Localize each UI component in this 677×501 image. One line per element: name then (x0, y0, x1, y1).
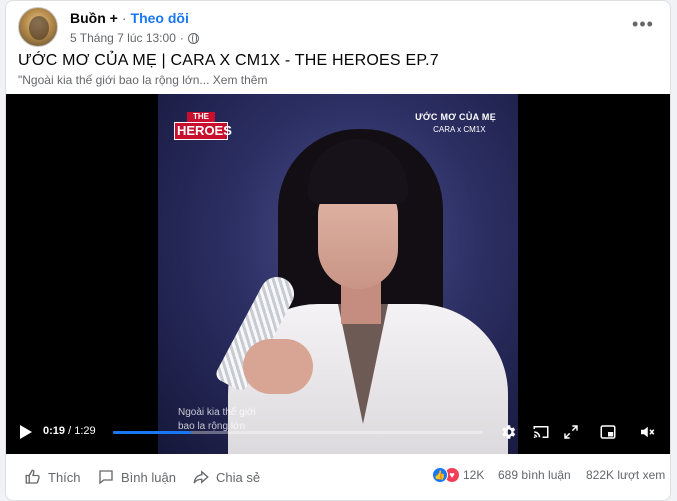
play-icon[interactable] (20, 425, 32, 439)
name-separator: · (121, 10, 127, 26)
comment-icon (99, 470, 113, 485)
avatar-image (29, 16, 49, 40)
more-options-button[interactable]: ••• (628, 9, 658, 39)
author-name[interactable]: Buồn + (70, 10, 118, 26)
views-count: 822K lượt xem (586, 468, 666, 482)
progress-fill (113, 431, 191, 434)
author-avatar[interactable] (18, 7, 58, 47)
settings-icon[interactable] (498, 422, 518, 442)
caption-text: "Ngoài kia thế giới bao la rộng lớn... (18, 73, 210, 87)
like-icon (25, 469, 40, 484)
video-controls: 0:19 / 1:29 (6, 410, 670, 454)
overlay-title-text: ƯỚC MƠ CỦA MẸ (415, 112, 496, 122)
post-timestamp[interactable]: 5 Tháng 7 lúc 13:00 (70, 31, 176, 45)
comments-count[interactable]: 689 bình luận (498, 468, 571, 482)
picture-in-picture-icon[interactable] (598, 422, 618, 442)
current-time: 0:19 (43, 425, 66, 437)
more-icon: ••• (632, 13, 654, 34)
overlay-subtitle-text: CARA x CM1X (433, 125, 486, 134)
reaction-summary[interactable]: 👍 ♥ 12K (432, 467, 484, 483)
like-reaction-icon: 👍 (432, 467, 448, 483)
time-separator: / (65, 425, 75, 437)
post-caption: "Ngoài kia thế giới bao la rộng lớn... X… (18, 73, 267, 87)
globe-icon (187, 32, 199, 44)
cast-icon[interactable] (531, 422, 551, 442)
reactions-count: 12K (463, 468, 485, 482)
like-button[interactable]: Thích (24, 466, 81, 488)
share-button[interactable]: Chia sẻ (192, 466, 260, 488)
post-title: ƯỚC MƠ CỦA MẸ | CARA X CM1X - THE HEROES… (18, 52, 439, 69)
meta-separator: · (179, 31, 184, 45)
post-meta: 5 Tháng 7 lúc 13:00 · (70, 31, 199, 45)
mute-icon[interactable] (637, 422, 657, 442)
duration: 1:29 (74, 425, 96, 437)
fullscreen-icon[interactable] (561, 422, 581, 442)
performer-hand (243, 339, 313, 394)
like-label: Thích (48, 469, 81, 485)
video-player[interactable]: THE HEROES ƯỚC MƠ CỦA MẸ CARA x CM1X Ngo… (6, 94, 670, 454)
video-overlay-title: ƯỚC MƠ CỦA MẸ CARA x CM1X (415, 112, 496, 134)
video-frame[interactable]: THE HEROES ƯỚC MƠ CỦA MẸ CARA x CM1X Ngo… (158, 94, 518, 454)
share-icon (193, 470, 209, 484)
comment-button[interactable]: Bình luận (97, 466, 176, 488)
logo-heroes-text: HEROES (174, 122, 232, 140)
follow-button[interactable]: Theo dõi (131, 10, 189, 26)
video-time: 0:19 / 1:29 (43, 425, 96, 437)
share-label: Chia sẻ (216, 469, 261, 485)
post-card: Buồn + · Theo dõi 5 Tháng 7 lúc 13:00 · ••… (5, 0, 671, 501)
progress-bar[interactable] (113, 431, 483, 434)
post-header: Buồn + · Theo dõi 5 Tháng 7 lúc 13:00 · ••… (18, 7, 658, 51)
post-footer: Thích Bình luận Chia sẻ 👍 ♥ 12K 689 bình… (6, 454, 670, 500)
the-heroes-logo: THE HEROES (174, 112, 232, 142)
comment-label: Bình luận (121, 469, 176, 485)
logo-the: THE (187, 112, 215, 122)
author-line: Buồn + · Theo dõi (70, 10, 189, 26)
see-more-link[interactable]: Xem thêm (213, 73, 268, 87)
